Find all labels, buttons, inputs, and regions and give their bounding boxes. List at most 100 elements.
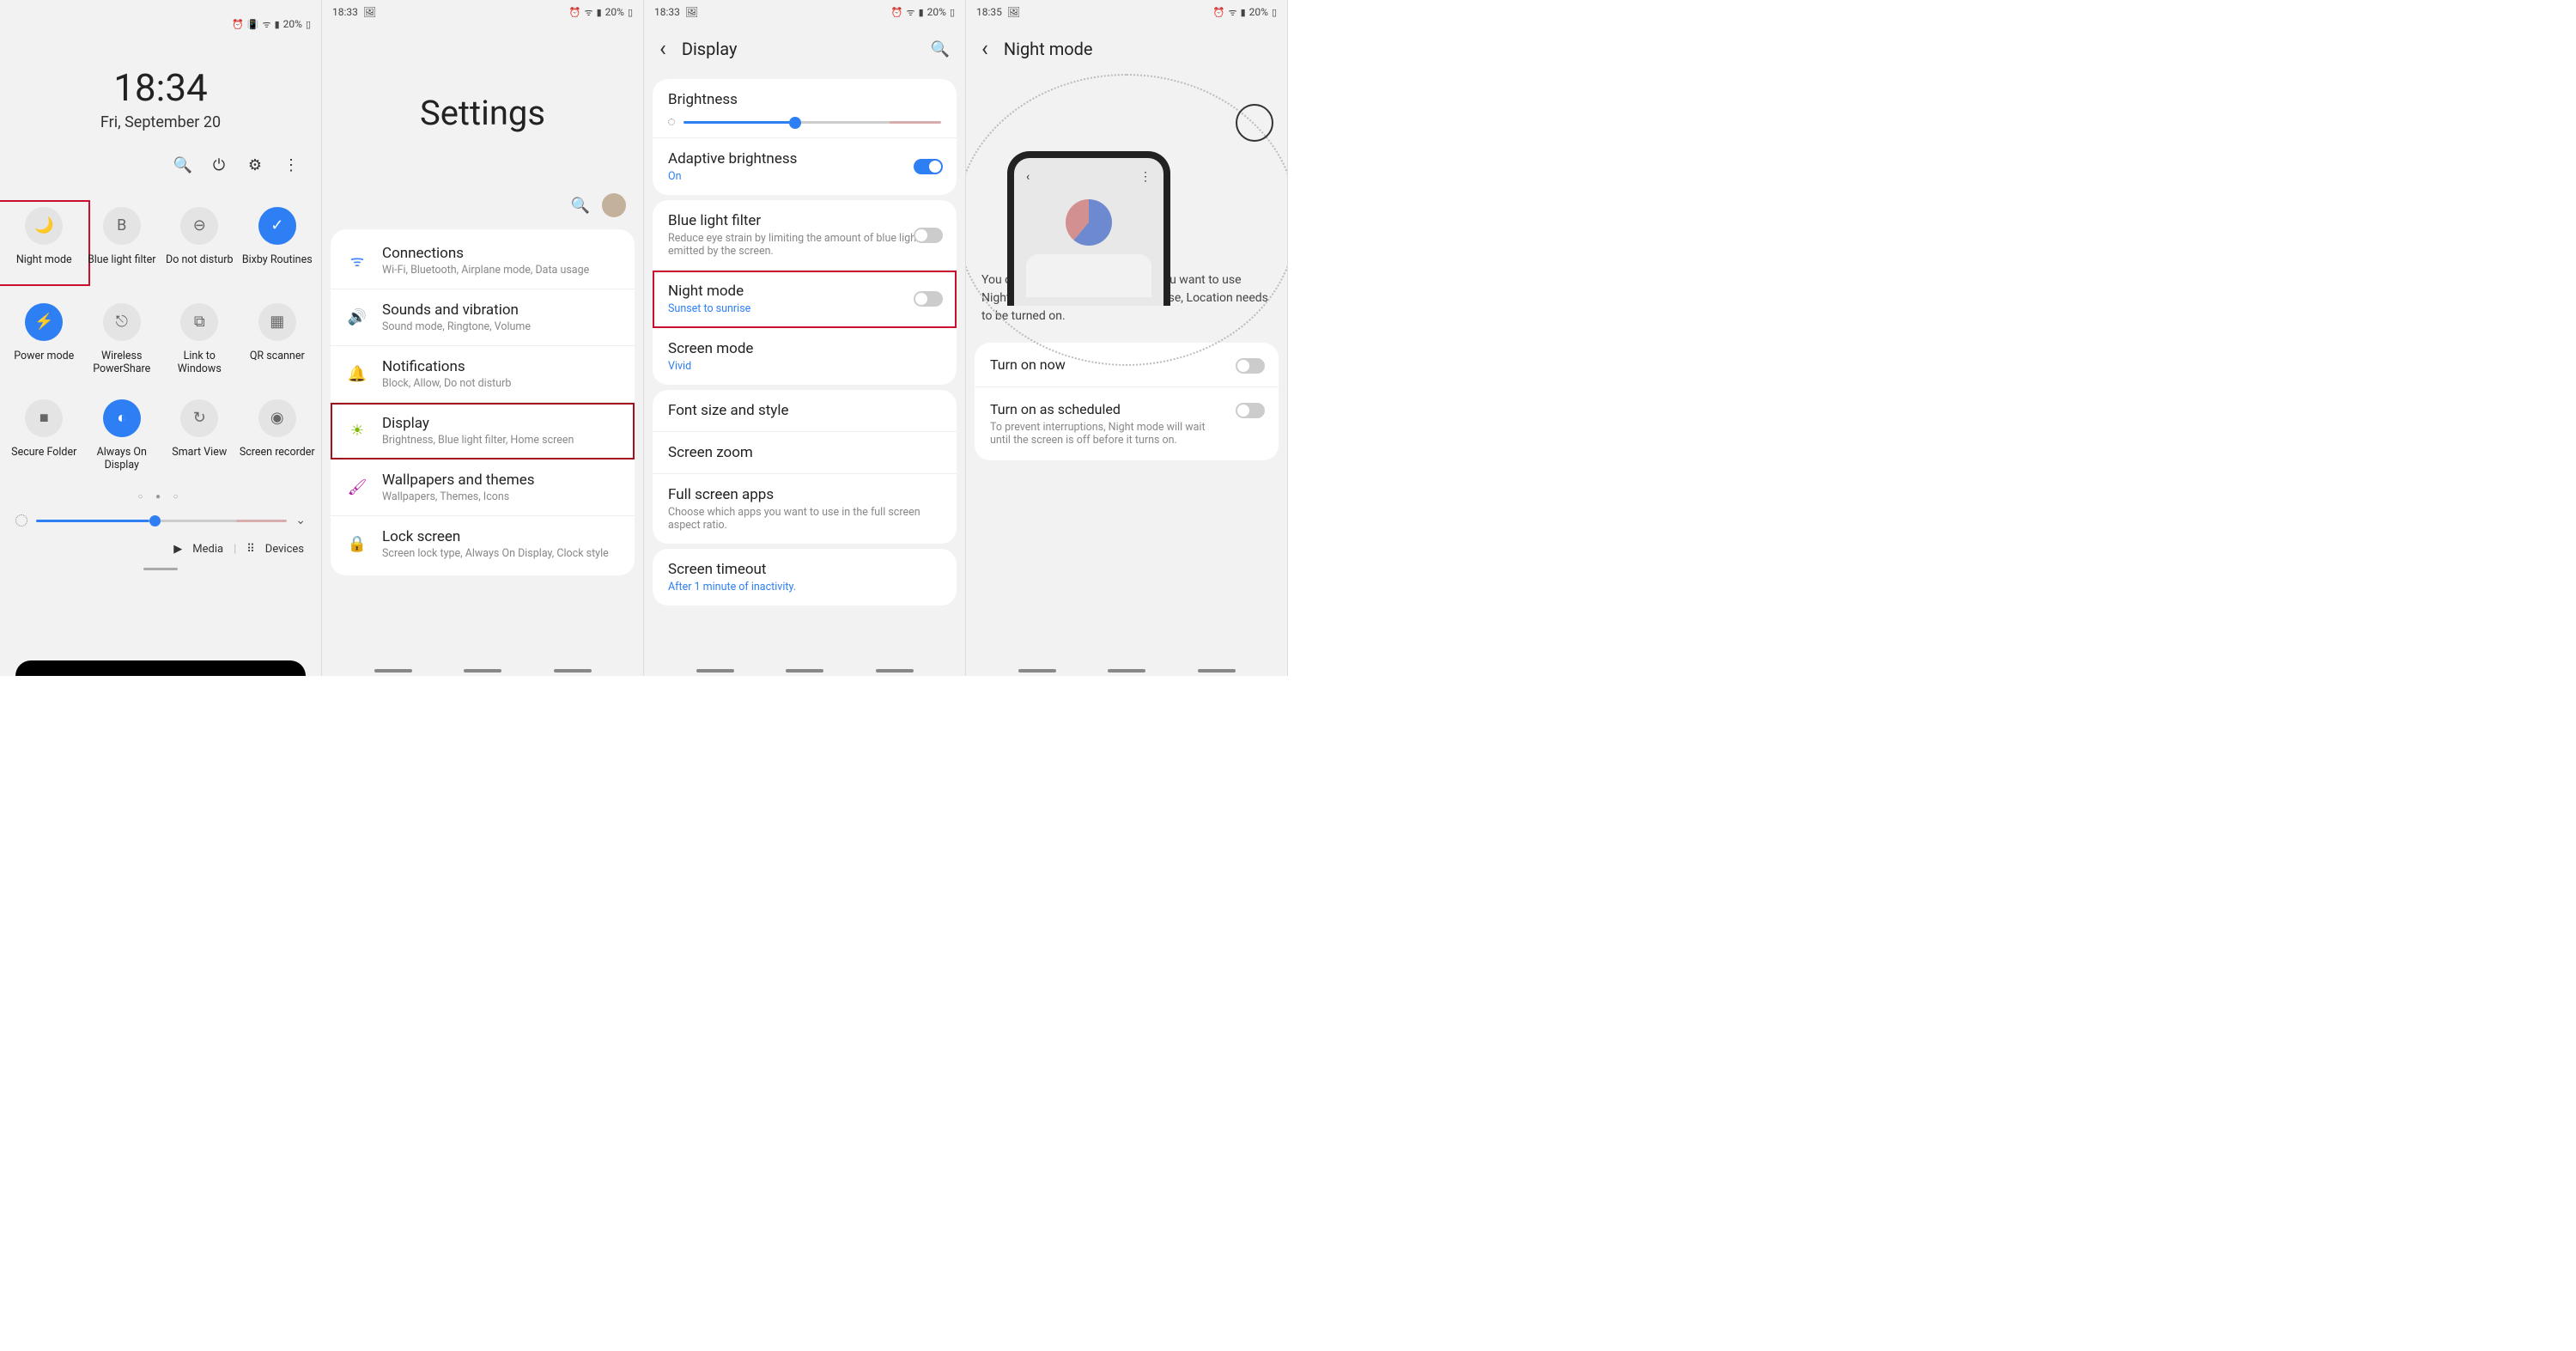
scheduled-toggle[interactable] bbox=[1236, 403, 1265, 418]
battery-pct: 20% bbox=[927, 6, 946, 18]
devices-icon[interactable]: ⠿ bbox=[246, 543, 255, 556]
row-display-sub: Brightness, Blue light filter, Home scre… bbox=[382, 434, 574, 447]
power-icon[interactable]: ⏻ bbox=[210, 155, 228, 174]
brightness-item[interactable]: Brightness bbox=[653, 79, 957, 138]
row-display-title: Display bbox=[382, 415, 574, 432]
screen-mode-item[interactable]: Screen mode Vivid bbox=[653, 328, 957, 385]
more-icon[interactable]: ⋮ bbox=[282, 155, 301, 174]
battery-pct: 20% bbox=[283, 18, 302, 30]
tile-recorder[interactable]: ◉Screen recorder bbox=[239, 399, 317, 472]
tile-power-icon: ⚡ bbox=[25, 303, 63, 341]
fullscreen-item[interactable]: Full screen apps Choose which apps you w… bbox=[653, 474, 957, 544]
tile-qr[interactable]: ▦QR scanner bbox=[239, 303, 317, 375]
row-lockscreen-title: Lock screen bbox=[382, 528, 609, 545]
row-lockscreen[interactable]: 🔒Lock screenScreen lock type, Always On … bbox=[331, 516, 635, 572]
gear-icon[interactable]: ⚙ bbox=[246, 155, 264, 174]
zoom-item[interactable]: Screen zoom bbox=[653, 432, 957, 474]
tile-qr-label: QR scanner bbox=[239, 350, 317, 375]
tile-smartview-icon: ↻ bbox=[180, 399, 218, 437]
tile-dnd[interactable]: ⊖Do not disturb bbox=[161, 207, 239, 279]
battery-icon: ▯ bbox=[1272, 7, 1277, 18]
sun-icon bbox=[1236, 104, 1273, 142]
nav-bar[interactable] bbox=[322, 669, 643, 672]
tile-bixby[interactable]: ✓Bixby Routines bbox=[239, 207, 317, 279]
media-play-icon[interactable]: ▶ bbox=[173, 543, 182, 556]
timeout-item[interactable]: Screen timeout After 1 minute of inactiv… bbox=[653, 549, 957, 606]
brightness-icon bbox=[668, 119, 675, 125]
display-panel: 18:33 🖼 ⏰ ᯤ ▮ 20% ▯ Display 🔍 Brightness… bbox=[644, 0, 966, 676]
row-display-icon: ☀ bbox=[346, 420, 368, 442]
adaptive-label: Adaptive brightness bbox=[668, 150, 941, 167]
adaptive-value: On bbox=[668, 170, 941, 183]
alarm-icon: ⏰ bbox=[1213, 7, 1225, 18]
tile-blue-light[interactable]: BBlue light filter bbox=[83, 207, 161, 279]
font-label: Font size and style bbox=[668, 402, 941, 419]
tile-night-mode[interactable]: 🌙 Night mode bbox=[5, 207, 83, 279]
night-mode-panel: 18:35 🖼 ⏰ ᯤ ▮ 20% ▯ Night mode ‹⋮ You ca… bbox=[966, 0, 1288, 676]
row-connections-icon: ᯤ bbox=[346, 250, 368, 272]
turn-on-now-toggle[interactable] bbox=[1236, 358, 1265, 374]
page-dots: ○ ● ○ bbox=[0, 492, 321, 502]
back-icon[interactable] bbox=[981, 36, 988, 62]
avatar[interactable] bbox=[602, 193, 626, 217]
signal-icon: ▮ bbox=[597, 7, 602, 18]
blue-light-item[interactable]: Blue light filter Reduce eye strain by l… bbox=[653, 200, 957, 271]
blf-toggle[interactable] bbox=[914, 228, 943, 243]
tile-aod[interactable]: ◐Always On Display bbox=[83, 399, 161, 472]
tile-secure-folder[interactable]: ■Secure Folder bbox=[5, 399, 83, 472]
night-toggle[interactable] bbox=[914, 291, 943, 307]
signal-icon: ▮ bbox=[1241, 7, 1246, 18]
tile-link-windows-icon: ⧉ bbox=[180, 303, 218, 341]
row-sounds[interactable]: 🔊Sounds and vibrationSound mode, Rington… bbox=[331, 289, 635, 346]
night-mode-item[interactable]: Night mode Sunset to sunrise bbox=[653, 271, 957, 328]
page-title: Night mode bbox=[1004, 39, 1093, 59]
brightness-slider[interactable]: ⌄ bbox=[15, 514, 306, 527]
blf-label: Blue light filter bbox=[668, 212, 941, 229]
scheduled-label: Turn on as scheduled bbox=[990, 401, 1263, 417]
expand-icon[interactable]: ⌄ bbox=[295, 514, 306, 527]
tile-link-windows[interactable]: ⧉Link to Windows bbox=[161, 303, 239, 375]
signal-icon: ▮ bbox=[919, 7, 924, 18]
battery-pct: 20% bbox=[1249, 6, 1268, 18]
tile-secure-folder-icon: ■ bbox=[25, 399, 63, 437]
scheduled-item[interactable]: Turn on as scheduled To prevent interrup… bbox=[975, 387, 1279, 460]
brightness-slider[interactable] bbox=[668, 119, 941, 125]
row-connections[interactable]: ᯤConnectionsWi-Fi, Bluetooth, Airplane m… bbox=[331, 233, 635, 289]
adaptive-toggle[interactable] bbox=[914, 159, 943, 174]
row-display[interactable]: ☀ Display Brightness, Blue light filter, H… bbox=[331, 403, 635, 459]
search-icon[interactable]: 🔍 bbox=[571, 197, 590, 215]
font-item[interactable]: Font size and style bbox=[653, 390, 957, 432]
row-wallpapers[interactable]: 🖌Wallpapers and themesWallpapers, Themes… bbox=[331, 459, 635, 516]
row-lockscreen-sub: Screen lock type, Always On Display, Clo… bbox=[382, 547, 609, 560]
status-time: 18:33 bbox=[332, 6, 358, 18]
adaptive-brightness-item[interactable]: Adaptive brightness On bbox=[653, 138, 957, 195]
back-icon[interactable] bbox=[659, 36, 666, 62]
search-icon[interactable]: 🔍 bbox=[931, 40, 950, 58]
scheduled-sub: To prevent interruptions, Night mode wil… bbox=[990, 421, 1213, 447]
search-icon[interactable]: 🔍 bbox=[173, 155, 192, 174]
tile-power[interactable]: ⚡Power mode bbox=[5, 303, 83, 375]
tile-recorder-label: Screen recorder bbox=[239, 446, 317, 472]
nav-bar[interactable] bbox=[966, 669, 1287, 672]
zoom-label: Screen zoom bbox=[668, 444, 941, 461]
drag-handle[interactable] bbox=[143, 568, 178, 570]
tile-night-mode-icon: 🌙 bbox=[25, 207, 63, 245]
tile-night-mode-label: Night mode bbox=[5, 253, 83, 279]
turn-on-now-item[interactable]: Turn on now bbox=[975, 343, 1279, 387]
tile-bixby-icon: ✓ bbox=[258, 207, 296, 245]
tile-smartview[interactable]: ↻Smart View bbox=[161, 399, 239, 472]
row-connections-title: Connections bbox=[382, 245, 589, 262]
media-label[interactable]: Media bbox=[192, 543, 223, 556]
status-time: 18:35 bbox=[976, 6, 1002, 18]
tile-powershare-icon: ⎋ bbox=[103, 303, 141, 341]
nav-bar[interactable] bbox=[644, 669, 965, 672]
clock: 18:34 Fri, September 20 bbox=[0, 65, 321, 131]
row-notifications-icon: 🔔 bbox=[346, 363, 368, 386]
settings-panel: 18:33 🖼 ⏰ ᯤ ▮ 20% ▯ Settings 🔍 ᯤConnecti… bbox=[322, 0, 644, 676]
wifi-icon: ᯤ bbox=[1229, 6, 1237, 19]
wifi-icon: ᯤ bbox=[263, 18, 271, 31]
row-notifications-title: Notifications bbox=[382, 358, 511, 375]
row-notifications[interactable]: 🔔NotificationsBlock, Allow, Do not distu… bbox=[331, 346, 635, 403]
tile-powershare[interactable]: ⎋Wireless PowerShare bbox=[83, 303, 161, 375]
devices-label[interactable]: Devices bbox=[265, 543, 304, 556]
